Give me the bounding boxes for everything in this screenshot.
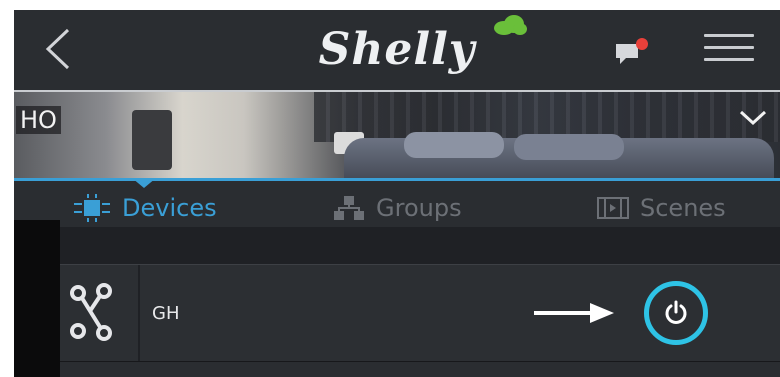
power-toggle-button[interactable] (644, 281, 708, 345)
room-dropdown-button[interactable] (738, 108, 768, 128)
device-row[interactable]: GH (60, 264, 780, 363)
relay-device-icon (70, 283, 112, 341)
groups-icon (334, 196, 364, 220)
menu-button[interactable] (704, 34, 754, 70)
chip-icon (74, 194, 110, 222)
left-edge (14, 220, 60, 377)
arrow-right-icon (534, 303, 614, 323)
app-logo: Shelly (14, 18, 780, 82)
tab-label: Groups (376, 194, 462, 222)
banner-pillow-image (404, 132, 504, 158)
top-bar: Shelly (14, 10, 780, 92)
tab-label: Scenes (640, 194, 726, 222)
device-icon-container (60, 265, 140, 361)
cloud-icon (494, 15, 527, 35)
room-banner[interactable]: HO (14, 92, 780, 178)
hamburger-line (704, 34, 754, 37)
tab-devices[interactable]: Devices (72, 193, 217, 223)
banner-lamp-image (132, 110, 172, 170)
banner-pillow-image (514, 134, 624, 160)
tab-bar: Devices Groups Scenes (14, 178, 780, 227)
hamburger-line (704, 46, 754, 49)
hamburger-line (704, 58, 754, 61)
app-window: Shelly HO Devices Groups Scenes GH (14, 10, 780, 377)
chevron-down-icon (739, 110, 767, 126)
film-scenes-icon (597, 197, 629, 219)
tab-label: Devices (122, 194, 217, 222)
power-icon (665, 300, 687, 324)
room-name: HO (16, 106, 61, 134)
tab-groups[interactable]: Groups (332, 193, 462, 223)
chat-notification-icon (616, 38, 648, 64)
device-name: GH (152, 303, 180, 324)
logo-text: Shelly (318, 24, 476, 75)
tab-scenes[interactable]: Scenes (596, 193, 726, 223)
messages-button[interactable] (612, 38, 652, 70)
next-row-edge (60, 362, 780, 377)
active-tab-indicator (132, 178, 156, 188)
